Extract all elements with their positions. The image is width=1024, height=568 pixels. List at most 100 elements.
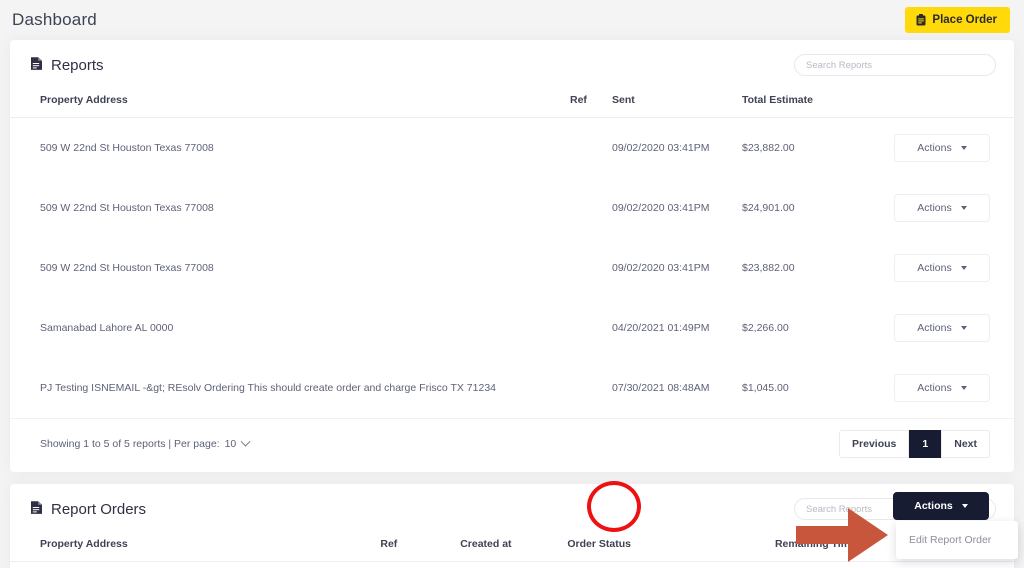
cell-property-address: Samanabad Lahore AL 0000 bbox=[10, 298, 570, 358]
col-header-ref: Ref bbox=[570, 88, 612, 118]
table-row: 509 W 22nd St Houston Texas 77008 09/02/… bbox=[10, 178, 1014, 238]
cell-ref bbox=[570, 238, 612, 298]
reports-table-head: Property Address Ref Sent Total Estimate bbox=[10, 88, 1014, 118]
col-header-total-estimate: Total Estimate bbox=[742, 88, 842, 118]
table-row: 1234 Testing Austin TX 78736 8ebde6cab44… bbox=[10, 562, 1014, 568]
clipboard-icon bbox=[916, 14, 926, 26]
chevron-down-icon bbox=[241, 436, 251, 446]
reports-title: Reports bbox=[30, 56, 104, 75]
cell-total-estimate: $23,882.00 bbox=[742, 118, 842, 179]
actions-button-label: Actions bbox=[917, 142, 951, 154]
report-orders-card-header: Report Orders bbox=[10, 484, 1014, 532]
reports-table: Property Address Ref Sent Total Estimate… bbox=[10, 88, 1014, 418]
cell-property-address: 509 W 22nd St Houston Texas 77008 bbox=[10, 178, 570, 238]
cell-sent: 09/02/2020 03:41PM bbox=[612, 178, 742, 238]
cell-actions bbox=[894, 562, 1014, 568]
cell-property-address: 509 W 22nd St Houston Texas 77008 bbox=[10, 238, 570, 298]
reports-table-body: 509 W 22nd St Houston Texas 77008 09/02/… bbox=[10, 118, 1014, 419]
chevron-down-icon bbox=[962, 504, 968, 508]
pagination-previous[interactable]: Previous bbox=[839, 430, 909, 458]
document-icon bbox=[30, 500, 43, 519]
place-order-button[interactable]: Place Order bbox=[905, 7, 1010, 33]
cell-total-estimate: $1,045.00 bbox=[742, 358, 842, 418]
per-page-select[interactable]: 10 bbox=[225, 438, 250, 450]
cell-created-at: 09/09/2021 10:12PM bbox=[460, 562, 567, 568]
col-header-order-status: Order Status bbox=[567, 532, 775, 562]
col-header-property-address: Property Address bbox=[10, 532, 380, 562]
cell-order-status: Draft bbox=[567, 562, 775, 568]
cell-actions: Actions bbox=[842, 118, 1014, 179]
actions-dropdown-toggle-wrap: Actions bbox=[893, 492, 989, 520]
reports-footer: Showing 1 to 5 of 5 reports | Per page: … bbox=[10, 418, 1014, 472]
pagination-page-1[interactable]: 1 bbox=[909, 430, 941, 458]
chevron-down-icon bbox=[961, 386, 967, 390]
table-row: 509 W 22nd St Houston Texas 77008 09/02/… bbox=[10, 118, 1014, 179]
actions-button[interactable]: Actions bbox=[894, 374, 990, 402]
actions-button[interactable]: Actions bbox=[894, 134, 990, 162]
actions-button-label: Actions bbox=[914, 500, 953, 512]
reports-search-input[interactable] bbox=[794, 54, 996, 76]
actions-button-label: Actions bbox=[917, 382, 951, 394]
col-header-property-address: Property Address bbox=[10, 88, 570, 118]
report-orders-title: Report Orders bbox=[30, 500, 146, 519]
chevron-down-icon bbox=[961, 266, 967, 270]
report-orders-header-row: Property Address Ref Created at Order St… bbox=[10, 532, 1014, 562]
page-title: Dashboard bbox=[12, 10, 97, 30]
cell-ref bbox=[570, 298, 612, 358]
dropdown-item-edit-report-order[interactable]: Edit Report Order bbox=[896, 530, 1018, 550]
cell-actions: Actions bbox=[842, 178, 1014, 238]
cell-remaining-time bbox=[775, 562, 894, 568]
table-row: Samanabad Lahore AL 0000 04/20/2021 01:4… bbox=[10, 298, 1014, 358]
report-orders-title-label: Report Orders bbox=[51, 501, 146, 518]
table-row: PJ Testing ISNEMAIL -&gt; REsolv Orderin… bbox=[10, 358, 1014, 418]
col-header-created-at: Created at bbox=[460, 532, 567, 562]
col-header-sent: Sent bbox=[612, 88, 742, 118]
actions-button-label: Actions bbox=[917, 202, 951, 214]
reports-header-row: Property Address Ref Sent Total Estimate bbox=[10, 88, 1014, 118]
col-header-actions bbox=[842, 88, 1014, 118]
actions-button[interactable]: Actions bbox=[894, 254, 990, 282]
per-page-value: 10 bbox=[225, 438, 237, 450]
chevron-down-icon bbox=[961, 146, 967, 150]
reports-card-header: Reports bbox=[10, 40, 1014, 88]
report-orders-card: Report Orders Property Address Ref Creat… bbox=[10, 484, 1014, 568]
cell-ref bbox=[570, 178, 612, 238]
cell-actions: Actions bbox=[842, 238, 1014, 298]
dashboard-page: Dashboard Place Order bbox=[0, 0, 1024, 568]
cell-actions: Actions bbox=[842, 298, 1014, 358]
chevron-down-icon bbox=[961, 206, 967, 210]
report-orders-table-head: Property Address Ref Created at Order St… bbox=[10, 532, 1014, 562]
place-order-label: Place Order bbox=[932, 14, 997, 26]
cell-total-estimate: $2,266.00 bbox=[742, 298, 842, 358]
table-row: 509 W 22nd St Houston Texas 77008 09/02/… bbox=[10, 238, 1014, 298]
top-bar: Dashboard Place Order bbox=[0, 0, 1024, 40]
col-header-ref: Ref bbox=[380, 532, 460, 562]
actions-button-open[interactable]: Actions bbox=[893, 492, 989, 520]
pagination-next[interactable]: Next bbox=[941, 430, 990, 458]
cell-sent: 09/02/2020 03:41PM bbox=[612, 238, 742, 298]
actions-button-label: Actions bbox=[917, 322, 951, 334]
actions-button-label: Actions bbox=[917, 262, 951, 274]
cell-sent: 07/30/2021 08:48AM bbox=[612, 358, 742, 418]
cell-property-address: 509 W 22nd St Houston Texas 77008 bbox=[10, 118, 570, 179]
report-orders-table: Property Address Ref Created at Order St… bbox=[10, 532, 1014, 568]
cell-property-address: 1234 Testing Austin TX 78736 bbox=[10, 562, 380, 568]
showing-text: Showing 1 to 5 of 5 reports | Per page: bbox=[40, 438, 220, 450]
cell-ref bbox=[570, 118, 612, 179]
actions-button[interactable]: Actions bbox=[894, 194, 990, 222]
col-header-remaining-time: Remaining Time bbox=[775, 532, 894, 562]
actions-dropdown-menu: Edit Report Order bbox=[896, 521, 1018, 559]
cell-sent: 09/02/2020 03:41PM bbox=[612, 118, 742, 179]
pagination: Previous 1 Next bbox=[839, 430, 990, 458]
document-icon bbox=[30, 56, 43, 75]
reports-title-label: Reports bbox=[51, 57, 104, 74]
cell-ref bbox=[570, 358, 612, 418]
showing-status: Showing 1 to 5 of 5 reports | Per page: … bbox=[40, 438, 249, 450]
actions-button[interactable]: Actions bbox=[894, 314, 990, 342]
cell-sent: 04/20/2021 01:49PM bbox=[612, 298, 742, 358]
cell-ref: 8ebde6cab44b bbox=[380, 562, 460, 568]
reports-card: Reports Property Address Ref Sent Total … bbox=[10, 40, 1014, 472]
chevron-down-icon bbox=[961, 326, 967, 330]
cell-property-address: PJ Testing ISNEMAIL -&gt; REsolv Orderin… bbox=[10, 358, 570, 418]
cell-actions: Actions bbox=[842, 358, 1014, 418]
